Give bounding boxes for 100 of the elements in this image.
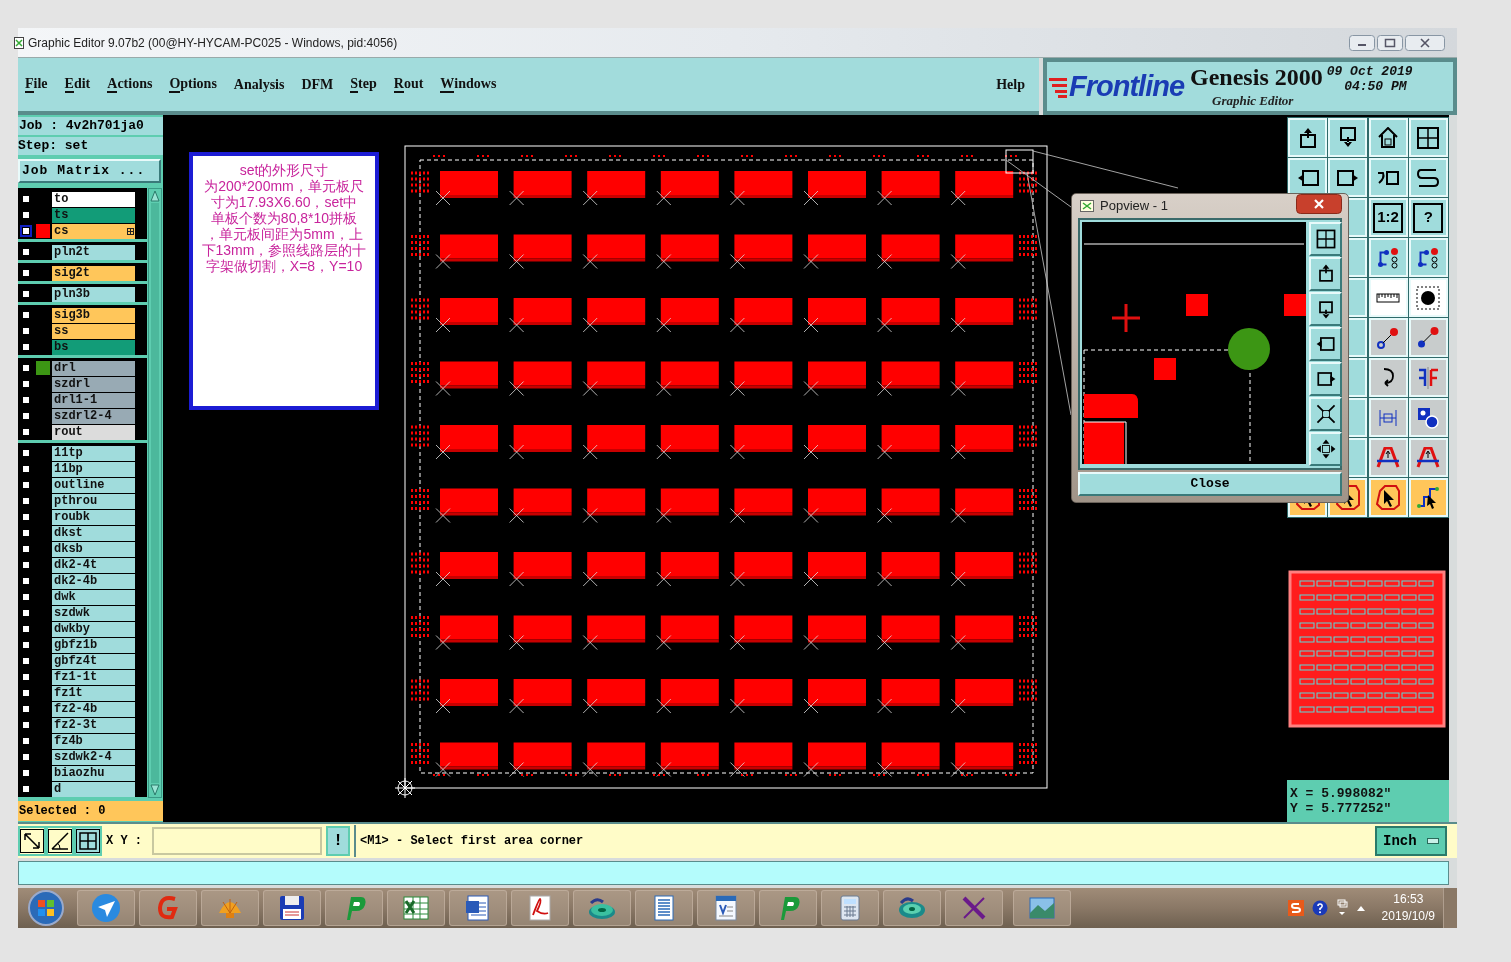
layer-checkbox[interactable] <box>20 288 32 300</box>
input-method-icon[interactable] <box>1287 900 1304 916</box>
menu-item[interactable]: Options <box>169 76 217 93</box>
taskbar-button[interactable] <box>883 890 941 926</box>
layer-name[interactable]: drl1-1 <box>52 392 135 408</box>
layer-checkbox[interactable] <box>20 378 32 390</box>
tool-button[interactable]: 1:2 <box>1368 198 1408 237</box>
layer-name[interactable]: dkst <box>52 525 135 541</box>
layer-checkbox[interactable] <box>20 341 32 353</box>
layer-name[interactable]: ts <box>52 207 135 223</box>
layer-name[interactable]: pln3b <box>52 286 135 302</box>
layer-name[interactable]: ss <box>52 323 135 339</box>
layer-name[interactable]: dk2-4b <box>52 573 135 589</box>
layer-checkbox[interactable] <box>20 463 32 475</box>
menu-item[interactable]: Windows <box>440 76 497 93</box>
layer-name[interactable]: pthrou <box>52 493 135 509</box>
layer-name[interactable]: biaozhu <box>52 765 135 781</box>
layer-checkbox[interactable] <box>20 767 32 779</box>
layer-name[interactable]: sig3b <box>52 307 135 323</box>
layer-checkbox[interactable] <box>20 639 32 651</box>
layer-checkbox[interactable] <box>20 410 32 422</box>
scroll-up-icon[interactable] <box>149 189 161 203</box>
layer-checkbox[interactable] <box>20 225 32 237</box>
layer-checkbox[interactable] <box>20 362 32 374</box>
menu-item[interactable]: File <box>25 76 48 93</box>
menu-item[interactable]: Edit <box>64 76 91 93</box>
units-dropdown[interactable]: Inch <box>1375 826 1447 856</box>
layer-checkbox[interactable] <box>20 671 32 683</box>
layer-checkbox[interactable] <box>20 559 32 571</box>
tool-button[interactable] <box>74 826 102 856</box>
layer-name[interactable]: roubk <box>52 509 135 525</box>
maximize-icon[interactable] <box>1377 34 1403 51</box>
layer-name[interactable]: dwkby <box>52 621 135 637</box>
network-icon[interactable] <box>1335 899 1348 917</box>
layer-name[interactable]: gbfz4t <box>52 653 135 669</box>
taskbar-button[interactable] <box>263 890 321 926</box>
minimize-icon[interactable] <box>1349 34 1375 51</box>
tool-button[interactable]: ? <box>1408 198 1448 237</box>
layer-checkbox[interactable] <box>20 687 32 699</box>
layer-checkbox[interactable] <box>20 325 32 337</box>
layer-name[interactable]: szdrl2-4 <box>52 408 135 424</box>
layer-checkbox[interactable] <box>20 246 32 258</box>
taskbar-button[interactable] <box>449 890 507 926</box>
layer-checkbox[interactable] <box>20 735 32 747</box>
tool-button[interactable] <box>46 826 74 856</box>
layer-name[interactable]: szdrl <box>52 376 135 392</box>
taskbar-button[interactable] <box>945 890 1003 926</box>
scrollbar[interactable] <box>148 188 162 798</box>
layer-name[interactable]: pln2t <box>52 244 135 260</box>
menu-item[interactable]: Analysis <box>233 77 285 92</box>
layer-checkbox[interactable] <box>20 447 32 459</box>
layer-checkbox[interactable] <box>20 495 32 507</box>
start-orb-icon[interactable] <box>27 889 65 927</box>
layer-name[interactable]: fz2-4b <box>52 701 135 717</box>
help-icon[interactable] <box>1311 900 1328 916</box>
layer-checkbox[interactable] <box>20 591 32 603</box>
layer-checkbox[interactable] <box>20 527 32 539</box>
layer-name[interactable]: rout <box>52 424 135 440</box>
layer-name[interactable]: szdwk2-4 <box>52 749 135 765</box>
layer-checkbox[interactable] <box>20 703 32 715</box>
layer-name[interactable]: 11bp <box>52 461 135 477</box>
menu-item[interactable]: Actions <box>107 76 153 93</box>
layer-checkbox[interactable] <box>20 209 32 221</box>
menu-item[interactable]: Rout <box>393 76 424 93</box>
close-icon[interactable] <box>1405 34 1445 51</box>
layer-name[interactable]: fz4b <box>52 733 135 749</box>
layer-checkbox[interactable] <box>20 426 32 438</box>
layer-name[interactable]: fz1t <box>52 685 135 701</box>
layer-name[interactable]: dwk <box>52 589 135 605</box>
layer-name[interactable]: outline <box>52 477 135 493</box>
layer-checkbox[interactable] <box>20 607 32 619</box>
layer-name[interactable]: 11tp <box>52 445 135 461</box>
layer-checkbox[interactable] <box>20 623 32 635</box>
taskbar-button[interactable] <box>635 890 693 926</box>
close-button[interactable]: Close <box>1078 472 1342 496</box>
taskbar-button[interactable] <box>511 890 569 926</box>
layer-name[interactable]: d <box>52 781 135 797</box>
layer-checkbox[interactable] <box>20 751 32 763</box>
layer-checkbox[interactable] <box>20 543 32 555</box>
layer-checkbox[interactable] <box>20 511 32 523</box>
menu-item[interactable]: Step <box>350 76 377 93</box>
tool-button[interactable] <box>18 826 46 856</box>
alert-button[interactable]: ! <box>326 826 350 856</box>
layer-checkbox[interactable] <box>20 719 32 731</box>
close-icon[interactable] <box>1296 194 1342 214</box>
layer-name[interactable]: fz1-1t <box>52 669 135 685</box>
layer-name[interactable]: cs <box>52 223 135 239</box>
layer-name[interactable]: sig2t <box>52 265 135 281</box>
caret-up-icon[interactable] <box>1355 904 1366 912</box>
layer-checkbox[interactable] <box>20 479 32 491</box>
layer-checkbox[interactable] <box>20 394 32 406</box>
layer-checkbox[interactable] <box>20 309 32 321</box>
layer-name[interactable]: szdwk <box>52 605 135 621</box>
layer-name[interactable]: fz2-3t <box>52 717 135 733</box>
layer-name[interactable]: dksb <box>52 541 135 557</box>
menu-item[interactable]: Help <box>996 77 1025 92</box>
layer-checkbox[interactable] <box>20 655 32 667</box>
taskbar-button[interactable] <box>697 890 755 926</box>
taskbar-button[interactable] <box>387 890 445 926</box>
job-matrix-button[interactable]: Job Matrix ... <box>18 159 161 183</box>
